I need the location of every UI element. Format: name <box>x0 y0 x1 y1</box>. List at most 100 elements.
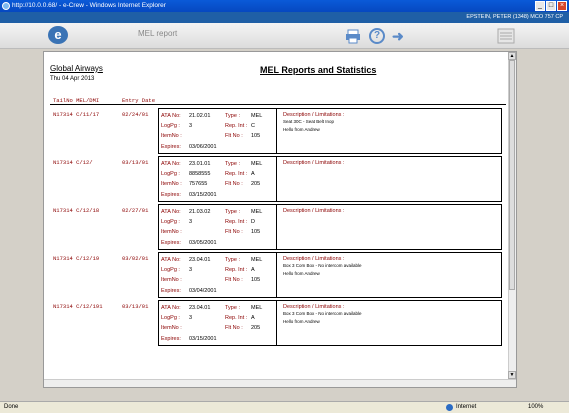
report-title: MEL Reports and Statistics <box>260 65 377 75</box>
type-value: MEL <box>251 305 263 311</box>
app-title: MEL report <box>138 29 178 38</box>
entry-date: 03/13/01 <box>122 303 149 310</box>
ata-label: ATA No: <box>161 305 181 311</box>
record-fields: ATA No: 23.04.01 LogPg : 3 ItemNo : Expires: 0… <box>159 301 277 345</box>
itemno-label: ItemNo : <box>161 325 182 331</box>
logpg-label: LogPg : <box>161 267 180 273</box>
description-label: Description / Limitations : <box>283 160 345 166</box>
security-zone: Internet <box>446 402 476 413</box>
description: Description / Limitations : <box>283 160 498 169</box>
expires-label: Expires: <box>161 144 181 150</box>
internet-explorer-icon <box>2 2 10 10</box>
app-header: e MEL report ? ➜ <box>0 23 569 49</box>
airline-name: Global Airways <box>50 64 103 73</box>
record-box: ATA No: 21.02.01 LogPg : 3 ItemNo : Expires: 0… <box>158 108 502 154</box>
minimize-button[interactable]: _ <box>535 1 545 11</box>
header-divider <box>50 104 506 105</box>
record-box: ATA No: 23.01.01 LogPg : 8858555 ItemNo : 757… <box>158 156 502 202</box>
flt-no-value: 105 <box>251 277 261 283</box>
mel-record: N17314 C/12/19 03/02/01 ATA No: 23.04.01 Log… <box>50 252 506 298</box>
document-stack-icon[interactable] <box>496 27 516 45</box>
type-label: Type : <box>225 209 240 215</box>
record-fields: ATA No: 21.02.01 LogPg : 3 ItemNo : Expires: 0… <box>159 109 277 153</box>
record-fields: ATA No: 21.03.02 LogPg : 3 ItemNo : Expires: 0… <box>159 205 277 249</box>
rep-int-label: Rep. Int : <box>225 123 248 129</box>
flt-no-value: 205 <box>251 181 261 187</box>
entry-date: 03/13/01 <box>122 159 149 166</box>
description: Description / Limitations : Box 3 Com Box… <box>283 304 498 324</box>
vertical-scrollbar[interactable]: ▲ ▼ <box>508 52 516 387</box>
itemno-value: 757655 <box>189 181 208 187</box>
flt-no-value: 105 <box>251 133 261 139</box>
ata-label: ATA No: <box>161 113 181 119</box>
description-label: Description / Limitations : <box>283 304 345 310</box>
help-icon[interactable]: ? <box>369 28 385 44</box>
entry-date: 02/24/01 <box>122 111 149 118</box>
description-line: Box 3 Com Box - No intercom available <box>283 311 362 316</box>
maximize-button[interactable]: □ <box>546 1 556 11</box>
flt-no-value: 205 <box>251 325 261 331</box>
description-note: Hello from Andrew <box>283 127 320 132</box>
description-note: Hello from Andrew <box>283 271 320 276</box>
expires-value: 03/15/2001 <box>189 336 217 342</box>
logpg-value: 3 <box>189 123 193 129</box>
flt-no-label: Flt No : <box>225 181 243 187</box>
user-name: EPSTEIN, PETER (1348) MCO 757 CP <box>466 14 563 20</box>
ata-value: 23.01.01 <box>189 161 211 167</box>
type-label: Type : <box>225 257 240 263</box>
zoom-level[interactable]: 100% <box>528 402 543 413</box>
flt-no-label: Flt No : <box>225 277 243 283</box>
logpg-value: 3 <box>189 219 193 225</box>
itemno-label: ItemNo : <box>161 229 182 235</box>
mel-record: N17314 C/12/18 02/27/01 ATA No: 21.03.02 Log… <box>50 204 506 250</box>
rep-int-label: Rep. Int : <box>225 267 248 273</box>
user-bar: EPSTEIN, PETER (1348) MCO 757 CP <box>0 12 569 23</box>
record-box: ATA No: 23.04.01 LogPg : 3 ItemNo : Expires: 0… <box>158 252 502 298</box>
ata-label: ATA No: <box>161 161 181 167</box>
rep-int-value: A <box>251 315 255 321</box>
expires-label: Expires: <box>161 288 181 294</box>
type-value: MEL <box>251 209 263 215</box>
description-label: Description / Limitations : <box>283 208 345 214</box>
report-viewport: Global Airways Thu 04 Apr 2013 MEL Repor… <box>43 51 517 388</box>
type-label: Type : <box>225 113 240 119</box>
window-title: http://10.0.0.68/ - e-Crew - Windows Int… <box>12 2 166 9</box>
status-bar: Done Internet 100% <box>0 401 569 413</box>
flt-no-label: Flt No : <box>225 229 243 235</box>
type-label: Type : <box>225 305 240 311</box>
description-line: Box 3 Com Box - No intercom available <box>283 263 362 268</box>
scroll-down-arrow-icon[interactable]: ▼ <box>508 371 516 379</box>
description: Description / Limitations : <box>283 208 498 217</box>
printer-icon[interactable] <box>345 28 361 44</box>
ata-value: 23.04.01 <box>189 257 211 263</box>
record-box: ATA No: 21.03.02 LogPg : 3 ItemNo : Expires: 0… <box>158 204 502 250</box>
close-button[interactable]: × <box>557 1 567 11</box>
description: Description / Limitations : Box 3 Com Box… <box>283 256 498 276</box>
entry-date: 02/27/01 <box>122 207 149 214</box>
logpg-value: 8858555 <box>189 171 211 177</box>
flt-no-value: 105 <box>251 229 261 235</box>
scrollbar-thumb[interactable] <box>509 60 515 290</box>
rep-int-value: A <box>251 267 255 273</box>
rep-int-value: C <box>251 123 255 129</box>
ata-label: ATA No: <box>161 257 181 263</box>
mel-record: N17314 C/12/191 03/13/01 ATA No: 23.04.01 Lo… <box>50 300 506 346</box>
ata-value: 23.04.01 <box>189 305 211 311</box>
horizontal-scrollbar[interactable] <box>44 379 516 387</box>
rep-int-label: Rep. Int : <box>225 315 248 321</box>
ata-value: 21.03.02 <box>189 209 211 215</box>
rep-int-value: A <box>251 171 255 177</box>
ecrew-logo[interactable]: e <box>48 26 68 44</box>
logpg-label: LogPg : <box>161 123 180 129</box>
logpg-label: LogPg : <box>161 315 180 321</box>
description-line: Seat 30C - Seat Belt Inop <box>283 119 335 124</box>
status-text: Done <box>4 404 19 410</box>
record-fields: ATA No: 23.04.01 LogPg : 3 ItemNo : Expires: 0… <box>159 253 277 297</box>
scroll-up-arrow-icon[interactable]: ▲ <box>508 52 516 60</box>
exit-icon[interactable]: ➜ <box>392 28 408 44</box>
expires-value: 03/05/2001 <box>189 240 217 246</box>
record-fields: ATA No: 23.01.01 LogPg : 8858555 ItemNo : 757… <box>159 157 277 201</box>
mel-record: N17314 C/11/17 02/24/01 ATA No: 21.02.01 Log… <box>50 108 506 154</box>
expires-value: 03/15/2001 <box>189 192 217 198</box>
logpg-value: 3 <box>189 267 193 273</box>
